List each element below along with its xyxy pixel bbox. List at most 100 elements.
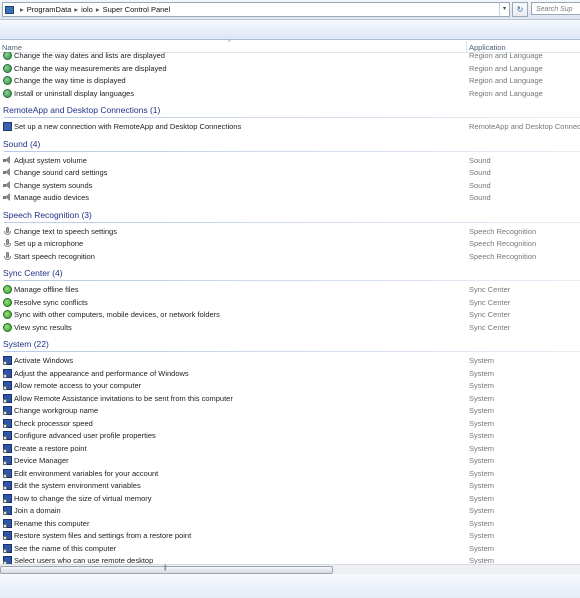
list-item[interactable]: Change text to speech settings Speech Rec… bbox=[0, 226, 580, 238]
group-title: RemoteApp and Desktop Connections (1) bbox=[3, 105, 161, 115]
group-header[interactable]: Speech Recognition (3) bbox=[0, 209, 580, 223]
list-item[interactable]: How to change the size of virtual memory… bbox=[0, 493, 580, 505]
item-application: System bbox=[469, 431, 495, 440]
item-label[interactable]: Allow Remote Assistance invitations to b… bbox=[14, 394, 233, 403]
breadcrumb-programdata[interactable]: ProgramData bbox=[27, 5, 72, 14]
group-title: Sound (4) bbox=[3, 138, 41, 149]
address-dropdown-icon[interactable]: ▾ bbox=[499, 3, 509, 16]
list-item[interactable]: Edit environment variables for your acco… bbox=[0, 468, 580, 480]
item-label[interactable]: Sync with other computers, mobile device… bbox=[14, 310, 220, 319]
item-application: Sync Center bbox=[469, 297, 511, 307]
list-item[interactable]: Change the way time is displayed Region a… bbox=[0, 75, 580, 87]
item-label[interactable]: Change the way dates and lists are displ… bbox=[14, 52, 165, 60]
group-header[interactable]: RemoteApp and Desktop Connections (1) bbox=[0, 104, 580, 118]
item-label[interactable]: Join a domain bbox=[14, 506, 61, 515]
item-label[interactable]: View sync results bbox=[14, 323, 72, 332]
item-label[interactable]: Change text to speech settings bbox=[14, 227, 117, 236]
item-label[interactable]: Change workgroup name bbox=[14, 406, 98, 415]
item-label[interactable]: Change system sounds bbox=[14, 181, 92, 190]
list-item[interactable]: Manage offline files Sync Center bbox=[0, 284, 580, 296]
scrollbar-thumb[interactable]: ||| bbox=[0, 565, 333, 574]
list-item[interactable]: Change sound card settings Sound bbox=[0, 167, 580, 179]
list-item[interactable]: Adjust system volume Sound bbox=[0, 155, 580, 167]
item-label[interactable]: Edit the system environment variables bbox=[14, 481, 141, 490]
item-label[interactable]: Restore system files and settings from a… bbox=[14, 531, 191, 540]
breadcrumb-arrow-icon[interactable]: ▸ bbox=[96, 5, 100, 14]
item-label[interactable]: Check processor speed bbox=[14, 419, 93, 428]
column-name-header[interactable]: Name bbox=[2, 43, 22, 52]
list-item[interactable]: Device Manager System bbox=[0, 455, 580, 467]
search-input[interactable]: Search Sup bbox=[531, 2, 580, 15]
item-label[interactable]: Configure advanced user profile properti… bbox=[14, 431, 156, 440]
list-item[interactable]: Restore system files and settings from a… bbox=[0, 530, 580, 542]
list-item[interactable]: Adjust the appearance and performance of… bbox=[0, 368, 580, 380]
group-header[interactable]: Sync Center (4) bbox=[0, 267, 580, 281]
item-application: Sound bbox=[469, 193, 491, 202]
item-label[interactable]: Set up a new connection with RemoteApp a… bbox=[14, 122, 241, 131]
list-item[interactable]: Create a restore point System bbox=[0, 443, 580, 455]
list-item[interactable]: Rename this computer System bbox=[0, 518, 580, 530]
list-item[interactable]: Change workgroup name System bbox=[0, 405, 580, 417]
list-item[interactable]: Check processor speed System bbox=[0, 418, 580, 430]
item-label[interactable]: Adjust system volume bbox=[14, 156, 87, 165]
breadcrumb-arrow-icon[interactable]: ▸ bbox=[20, 5, 24, 14]
item-label[interactable]: Change the way time is displayed bbox=[14, 76, 126, 85]
list-item[interactable]: Start speech recognition Speech Recogniti… bbox=[0, 251, 580, 263]
list-item[interactable]: Set up a new connection with RemoteApp a… bbox=[0, 121, 580, 133]
item-label[interactable]: Manage audio devices bbox=[14, 193, 89, 202]
column-divider[interactable] bbox=[466, 41, 467, 52]
globe-icon bbox=[3, 76, 12, 85]
group-header[interactable]: Sound (4) bbox=[0, 138, 580, 152]
microphone-icon bbox=[3, 226, 12, 236]
item-label[interactable]: Rename this computer bbox=[14, 519, 89, 528]
list-item[interactable]: Install or uninstall display languages Re… bbox=[0, 88, 580, 100]
group-title: System (22) bbox=[3, 339, 49, 349]
list-item[interactable]: Sync with other computers, mobile device… bbox=[0, 309, 580, 321]
item-application: Speech Recognition bbox=[469, 251, 537, 261]
item-application: Region and Language bbox=[469, 88, 543, 98]
list-item[interactable]: Edit the system environment variables Sys… bbox=[0, 480, 580, 492]
list-item[interactable]: Change the way dates and lists are displ… bbox=[0, 52, 580, 62]
list-item[interactable]: Resolve sync conflicts Sync Center bbox=[0, 297, 580, 309]
item-label[interactable]: How to change the size of virtual memory bbox=[14, 494, 152, 503]
item-label[interactable]: Adjust the appearance and performance of… bbox=[14, 369, 189, 378]
item-application: RemoteApp and Desktop Connections bbox=[469, 122, 580, 131]
item-label[interactable]: Change the way measurements are displaye… bbox=[14, 64, 167, 73]
item-label[interactable]: Start speech recognition bbox=[14, 252, 95, 261]
list-item[interactable]: Set up a microphone Speech Recognition bbox=[0, 238, 580, 250]
item-application: System bbox=[469, 443, 495, 453]
item-label[interactable]: See the name of this computer bbox=[14, 544, 116, 553]
list-item[interactable]: Activate Windows System bbox=[0, 355, 580, 367]
item-label[interactable]: Allow remote access to your computer bbox=[14, 381, 141, 390]
list-item[interactable]: Join a domain System bbox=[0, 505, 580, 517]
list-item[interactable]: Allow Remote Assistance invitations to b… bbox=[0, 393, 580, 405]
item-label[interactable]: Edit environment variables for your acco… bbox=[14, 469, 158, 478]
item-label[interactable]: Manage offline files bbox=[14, 285, 79, 294]
column-application-header[interactable]: Application bbox=[469, 43, 506, 52]
item-label[interactable]: Resolve sync conflicts bbox=[14, 298, 88, 307]
list-item[interactable]: Change the way measurements are displaye… bbox=[0, 63, 580, 75]
item-label[interactable]: Change sound card settings bbox=[14, 168, 107, 177]
list-item[interactable]: Change system sounds Sound bbox=[0, 180, 580, 192]
breadcrumb-iolo[interactable]: iolo bbox=[81, 5, 93, 14]
group-header[interactable]: System (22) bbox=[0, 338, 580, 352]
list-item[interactable]: See the name of this computer System bbox=[0, 543, 580, 555]
item-label[interactable]: Activate Windows bbox=[14, 356, 73, 365]
breadcrumb-super-control-panel[interactable]: Super Control Panel bbox=[103, 5, 171, 14]
item-label[interactable]: Create a restore point bbox=[14, 444, 87, 453]
horizontal-scrollbar[interactable]: ||| bbox=[0, 564, 580, 574]
system-icon bbox=[3, 368, 12, 378]
breadcrumb-arrow-icon[interactable]: ▸ bbox=[74, 5, 78, 14]
item-application: Region and Language bbox=[469, 52, 543, 60]
remote-desktop-icon bbox=[3, 122, 12, 131]
item-label[interactable]: Install or uninstall display languages bbox=[14, 89, 134, 98]
address-field[interactable]: ▸ ProgramData ▸ iolo ▸ Super Control Panel ▾ bbox=[2, 2, 510, 17]
list-item[interactable]: Allow remote access to your computer Syst… bbox=[0, 380, 580, 392]
group-separator bbox=[4, 221, 580, 223]
list-item[interactable]: Manage audio devices Sound bbox=[0, 192, 580, 204]
list-item[interactable]: Configure advanced user profile properti… bbox=[0, 430, 580, 442]
item-label[interactable]: Set up a microphone bbox=[14, 239, 83, 248]
refresh-button[interactable]: ↻ bbox=[512, 2, 528, 17]
item-label[interactable]: Device Manager bbox=[14, 456, 69, 465]
list-item[interactable]: View sync results Sync Center bbox=[0, 322, 580, 334]
